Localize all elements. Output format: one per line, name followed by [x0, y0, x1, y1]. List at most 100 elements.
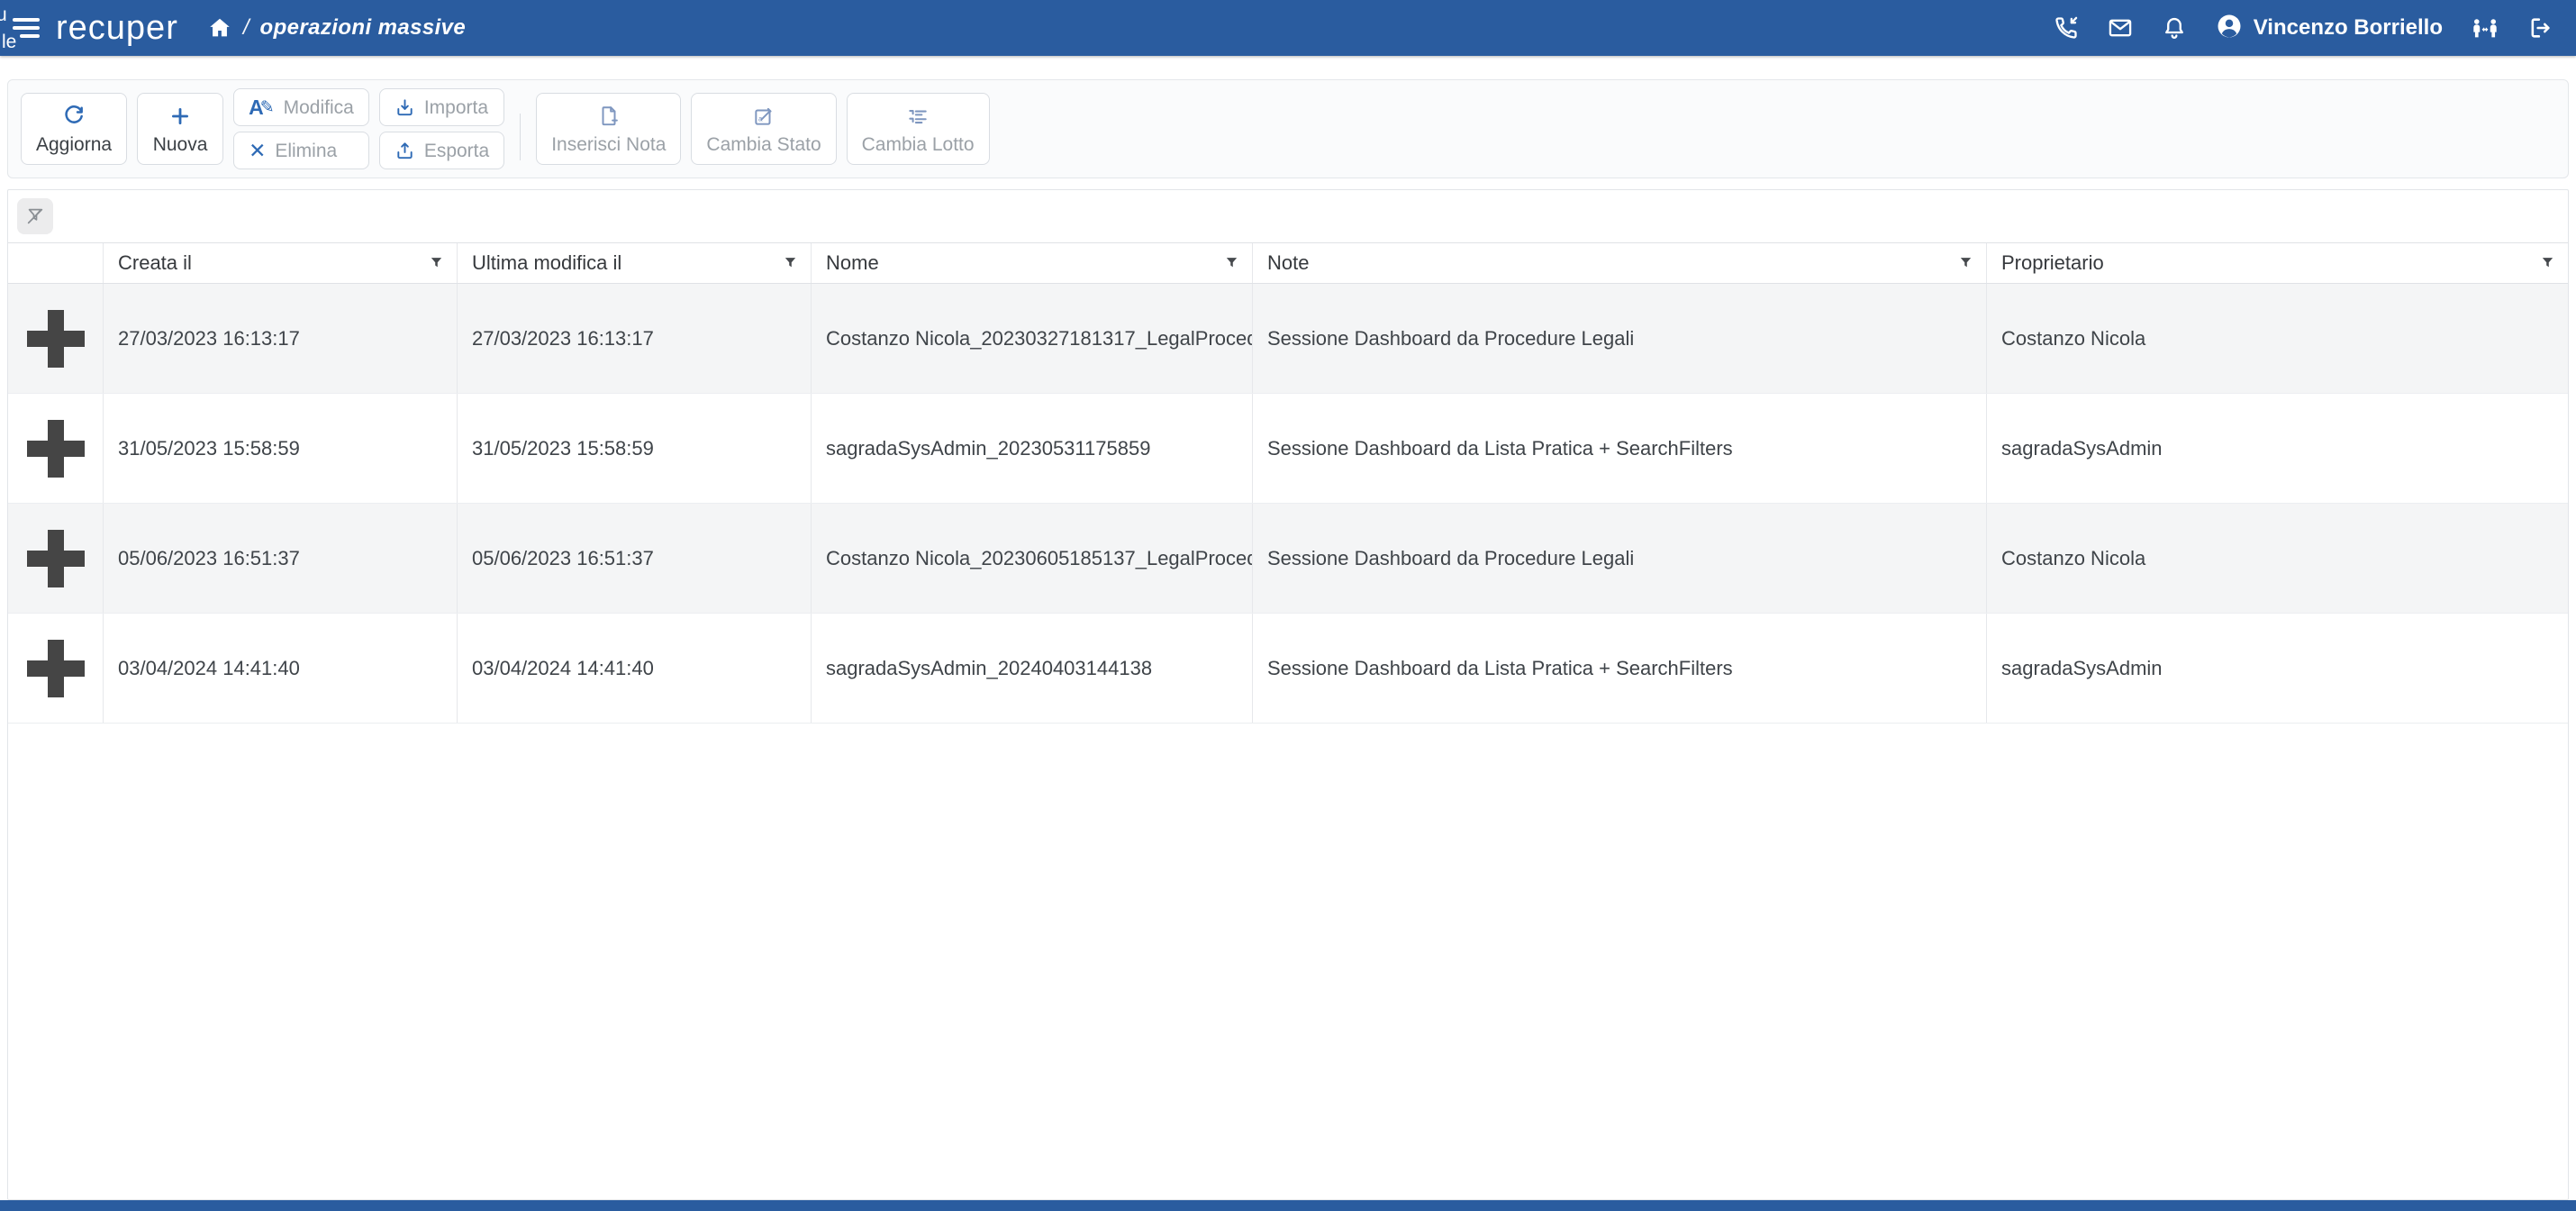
import-icon: [395, 97, 415, 118]
cell-note: Sessione Dashboard da Lista Pratica + Se…: [1252, 394, 1986, 503]
table-row[interactable]: 31/05/2023 15:58:59 31/05/2023 15:58:59 …: [8, 394, 2568, 504]
filter-icon[interactable]: [1224, 256, 1239, 271]
cell-creata-il: 03/04/2024 14:41:40: [103, 614, 457, 723]
filter-icon[interactable]: [2540, 256, 2555, 271]
cambia-stato-label: Cambia Stato: [706, 135, 821, 154]
importa-label: Importa: [424, 98, 488, 117]
user-menu[interactable]: Vincenzo Borriello: [2216, 13, 2443, 44]
nuova-label: Nuova: [153, 135, 208, 154]
modifica-button[interactable]: A✎ Modifica: [233, 88, 369, 126]
header-cell-nome[interactable]: Nome: [811, 243, 1252, 283]
user-name: Vincenzo Borriello: [2254, 15, 2443, 41]
nuova-button[interactable]: Nuova: [137, 93, 223, 165]
toolbar: Aggiorna Nuova A✎ Modifica ✕ Elimina: [7, 79, 2569, 178]
delete-icon: ✕: [249, 141, 266, 161]
cell-expander: [8, 504, 103, 613]
table-row[interactable]: 05/06/2023 16:51:37 05/06/2023 16:51:37 …: [8, 504, 2568, 614]
modifica-label: Modifica: [284, 98, 354, 117]
column-label: Note: [1267, 251, 1309, 275]
cell-proprietario: sagradaSysAdmin: [1986, 394, 2568, 503]
header-cell-creata-il[interactable]: Creata il: [103, 243, 457, 283]
cell-creata-il: 31/05/2023 15:58:59: [103, 394, 457, 503]
table-row[interactable]: 03/04/2024 14:41:40 03/04/2024 14:41:40 …: [8, 614, 2568, 724]
elimina-label: Elimina: [275, 141, 337, 160]
expand-row-icon[interactable]: [27, 640, 85, 697]
header-left: u le recuper / operazioni massive: [0, 0, 466, 56]
phone-incoming-icon[interactable]: [2054, 15, 2079, 41]
plus-icon: [168, 105, 192, 128]
cell-ultima-modifica: 31/05/2023 15:58:59: [457, 394, 811, 503]
filter-icon[interactable]: [783, 256, 798, 271]
cell-nome: sagradaSysAdmin_20240403144138: [811, 614, 1252, 723]
header-cell-ultima-modifica[interactable]: Ultima modifica il: [457, 243, 811, 283]
expand-row-icon[interactable]: [27, 310, 85, 368]
edit-text-icon: A✎: [249, 97, 275, 118]
home-icon[interactable]: [207, 15, 232, 41]
cell-proprietario: sagradaSysAdmin: [1986, 614, 2568, 723]
cell-note: Sessione Dashboard da Lista Pratica + Se…: [1252, 614, 1986, 723]
clipped-menu-text-bottom: le: [2, 32, 16, 51]
people-arrows-icon[interactable]: [2472, 15, 2499, 41]
cell-expander: [8, 394, 103, 503]
cell-nome: sagradaSysAdmin_20230531175859: [811, 394, 1252, 503]
footer-bar: [0, 1200, 2576, 1211]
cell-proprietario: Costanzo Nicola: [1986, 284, 2568, 393]
table-header-row: Creata il Ultima modifica il Nome Note P…: [8, 242, 2568, 284]
header-cell-expander: [8, 243, 103, 283]
table-body: 27/03/2023 16:13:17 27/03/2023 16:13:17 …: [8, 284, 2568, 724]
menu-bar: [13, 18, 40, 22]
inserisci-nota-label: Inserisci Nota: [551, 135, 666, 154]
menu-bar: [13, 26, 40, 30]
cambia-lotto-button[interactable]: Cambia Lotto: [847, 93, 990, 165]
refresh-icon: [62, 105, 86, 128]
menu-bar: [20, 34, 40, 38]
aggiorna-label: Aggiorna: [36, 135, 112, 154]
filter-icon[interactable]: [1958, 256, 1973, 271]
aggiorna-button[interactable]: Aggiorna: [21, 93, 127, 165]
table-row[interactable]: 27/03/2023 16:13:17 27/03/2023 16:13:17 …: [8, 284, 2568, 394]
export-icon: [395, 141, 415, 161]
cell-proprietario: Costanzo Nicola: [1986, 504, 2568, 613]
import-export-group: Importa Esporta: [379, 88, 504, 169]
cell-nome: Costanzo Nicola_20230327181317_LegalProc…: [811, 284, 1252, 393]
cell-creata-il: 27/03/2023 16:13:17: [103, 284, 457, 393]
breadcrumb: operazioni massive: [260, 15, 467, 41]
clear-filters-button[interactable]: [17, 198, 53, 234]
cell-note: Sessione Dashboard da Procedure Legali: [1252, 504, 1986, 613]
expand-row-icon[interactable]: [27, 420, 85, 478]
edit-delete-group: A✎ Modifica ✕ Elimina: [233, 88, 369, 169]
esporta-button[interactable]: Esporta: [379, 132, 504, 169]
bell-icon[interactable]: [2162, 15, 2187, 41]
elimina-button[interactable]: ✕ Elimina: [233, 132, 369, 169]
column-label: Creata il: [118, 251, 192, 275]
cell-creata-il: 05/06/2023 16:51:37: [103, 504, 457, 613]
cell-ultima-modifica: 05/06/2023 16:51:37: [457, 504, 811, 613]
importa-button[interactable]: Importa: [379, 88, 504, 126]
brand-logo[interactable]: recuper: [56, 11, 178, 45]
toolbar-divider: [520, 114, 521, 160]
clipped-menu-text-top: u: [0, 5, 7, 24]
app-header: u le recuper / operazioni massive: [0, 0, 2576, 56]
header-cell-proprietario[interactable]: Proprietario: [1986, 243, 2568, 283]
menu-icon[interactable]: [13, 18, 40, 38]
cell-note: Sessione Dashboard da Procedure Legali: [1252, 284, 1986, 393]
logout-icon[interactable]: [2527, 15, 2553, 41]
svg-text:a: a: [758, 114, 763, 123]
cell-expander: [8, 284, 103, 393]
cell-ultima-modifica: 03/04/2024 14:41:40: [457, 614, 811, 723]
cambia-lotto-label: Cambia Lotto: [862, 135, 975, 154]
filter-icon[interactable]: [429, 256, 444, 271]
cell-ultima-modifica: 27/03/2023 16:13:17: [457, 284, 811, 393]
cell-nome: Costanzo Nicola_20230605185137_LegalProc…: [811, 504, 1252, 613]
cell-expander: [8, 614, 103, 723]
column-label: Proprietario: [2001, 251, 2104, 275]
column-label: Nome: [826, 251, 879, 275]
expand-row-icon[interactable]: [27, 530, 85, 587]
header-right: Vincenzo Borriello: [2054, 13, 2553, 44]
edit-box-icon: a: [752, 105, 776, 128]
list-icon: [906, 105, 930, 128]
cambia-stato-button[interactable]: a Cambia Stato: [691, 93, 836, 165]
inserisci-nota-button[interactable]: Inserisci Nota: [536, 93, 681, 165]
header-cell-note[interactable]: Note: [1252, 243, 1986, 283]
mail-icon[interactable]: [2108, 15, 2133, 41]
